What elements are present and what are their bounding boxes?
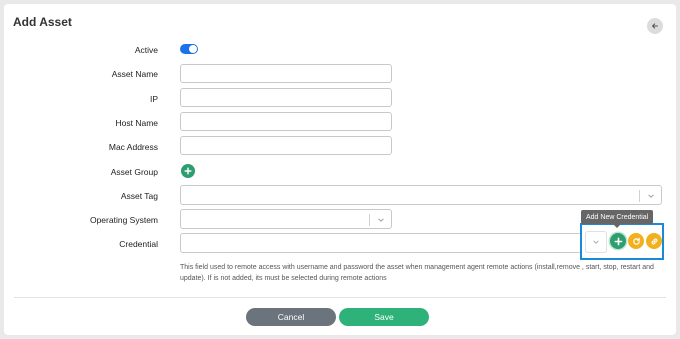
refresh-credential-button[interactable] [628, 233, 644, 249]
operating-system-label: Operating System [89, 215, 158, 225]
credential-label: Credential [119, 239, 158, 249]
asset-group-label: Asset Group [110, 167, 158, 177]
add-asset-group-button[interactable] [181, 164, 195, 178]
operating-system-select[interactable] [180, 209, 392, 229]
credential-select[interactable] [180, 233, 582, 253]
asset-name-label: Asset Name [111, 69, 158, 79]
add-asset-card: Add Asset Active Asset Name IP Host Name… [4, 4, 676, 335]
plus-icon [184, 167, 192, 175]
link-credential-button[interactable] [646, 233, 662, 249]
select-separator [369, 214, 370, 226]
footer-divider [14, 297, 666, 298]
select-separator [639, 190, 640, 202]
ip-input[interactable] [180, 88, 392, 107]
host-name-label: Host Name [115, 118, 158, 128]
asset-tag-select[interactable] [180, 185, 662, 205]
mac-address-label: Mac Address [108, 142, 158, 152]
cancel-button[interactable]: Cancel [246, 308, 336, 326]
add-credential-button[interactable] [610, 233, 626, 249]
host-name-input[interactable] [180, 112, 392, 131]
asset-name-input[interactable] [180, 64, 392, 83]
active-toggle[interactable] [180, 44, 198, 54]
chevron-down-icon [378, 218, 384, 222]
credential-dropdown-toggle[interactable] [585, 231, 607, 253]
chevron-down-icon [593, 240, 599, 244]
arrow-left-icon [652, 23, 658, 29]
save-button[interactable]: Save [339, 308, 429, 326]
ip-label: IP [149, 94, 158, 104]
chevron-down-icon [648, 194, 654, 198]
toggle-knob [189, 45, 197, 53]
link-icon [651, 237, 657, 245]
page-title: Add Asset [13, 15, 72, 29]
refresh-icon [632, 237, 640, 245]
active-label: Active [134, 45, 158, 55]
credential-help-text: This field used to remote access with us… [180, 264, 654, 282]
add-credential-tooltip: Add New Credential [581, 210, 654, 228]
mac-address-input[interactable] [180, 136, 392, 155]
plus-icon [614, 237, 622, 245]
back-button[interactable] [647, 18, 663, 34]
asset-tag-label: Asset Tag [120, 191, 158, 201]
